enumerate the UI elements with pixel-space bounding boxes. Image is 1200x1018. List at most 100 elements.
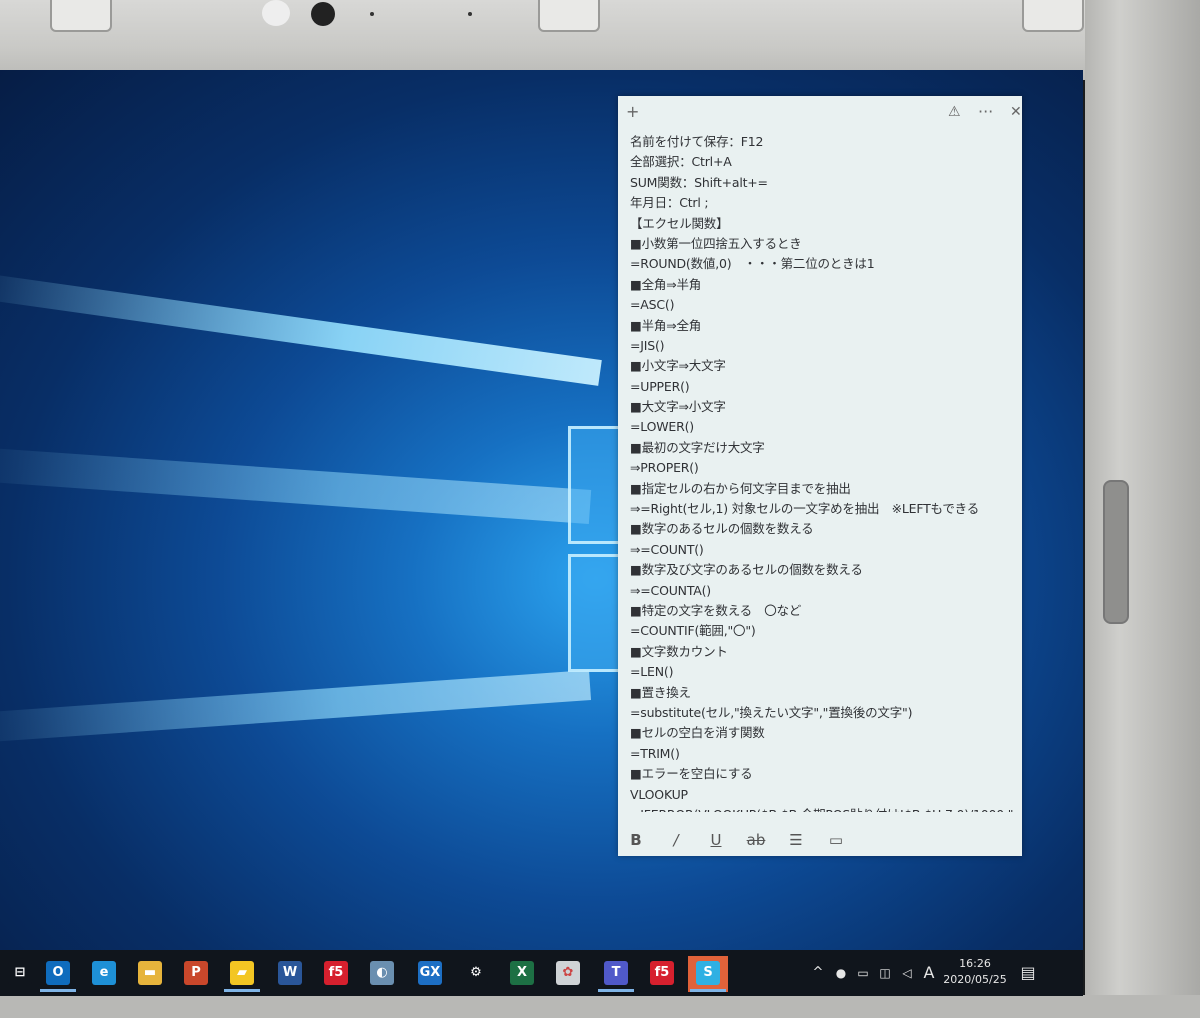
- italic-button[interactable]: /: [664, 828, 688, 852]
- note-line: ⇒=COUNTA(): [630, 582, 711, 598]
- outlook-icon: O: [46, 961, 70, 985]
- note-line: 名前を付けて保存：F12: [630, 134, 764, 149]
- note-line: ■大文字⇒小文字: [630, 399, 726, 415]
- wallpaper-light-beam: [0, 271, 602, 386]
- note-line: =JIS(): [630, 337, 665, 353]
- bezel-slot: [1103, 480, 1129, 624]
- word-icon: W: [278, 961, 302, 985]
- bezel-hinge-right: [1022, 0, 1084, 32]
- webcam-lens: [311, 2, 335, 26]
- taskbar-app-task-view[interactable]: ⊟: [0, 956, 40, 992]
- mic-dot: [468, 12, 472, 16]
- sticky-note-window[interactable]: + ⚠ ··· ✕ 名前を付けて保存：F12 全部選択：Ctrl+A SUM関数：S…: [618, 96, 1022, 856]
- taskbar-app-f5[interactable]: f5: [316, 956, 356, 992]
- note-line: ■数字のあるセルの個数を数える: [630, 521, 814, 537]
- note-line: =COUNTIF(範囲,"〇"): [630, 623, 756, 639]
- note-line: SUM関数：Shift+alt+=: [630, 174, 768, 190]
- notification-center-icon[interactable]: ▤: [1016, 956, 1040, 990]
- paint-app-icon: ✿: [556, 961, 580, 985]
- f5-alt-icon: f5: [650, 961, 674, 985]
- taskbar-app-outlook[interactable]: O: [38, 956, 78, 992]
- running-indicator: [690, 989, 726, 992]
- note-line: ■エラーを空白にする: [630, 766, 753, 782]
- mic-dot: [370, 12, 374, 16]
- taskbar-app-file-explorer[interactable]: ▬: [130, 956, 170, 992]
- volume-icon[interactable]: ◁: [898, 956, 916, 990]
- taskbar-app-browser-app[interactable]: ◐: [362, 956, 402, 992]
- taskbar-app-sticky-notes[interactable]: ▰: [222, 956, 262, 992]
- taskbar-app-teams[interactable]: T: [596, 956, 636, 992]
- sticky-note-text-area[interactable]: 名前を付けて保存：F12 全部選択：Ctrl+A SUM関数：Shift+alt+=…: [630, 132, 1015, 812]
- edge-icon: e: [92, 961, 116, 985]
- settings-icon: ⚙: [464, 961, 488, 985]
- strikethrough-button[interactable]: ab: [744, 828, 768, 852]
- close-icon[interactable]: ✕: [1010, 102, 1022, 122]
- running-indicator: [224, 989, 260, 992]
- add-note-icon[interactable]: +: [626, 102, 639, 122]
- image-icon[interactable]: ▭: [824, 828, 848, 852]
- note-line: =LOWER(): [630, 419, 694, 435]
- note-line: ■小文字⇒大文字: [630, 358, 726, 374]
- note-line: ■置き換え: [630, 684, 691, 700]
- laptop-bezel-top: [0, 0, 1200, 80]
- taskbar-app-skype[interactable]: S: [688, 956, 728, 992]
- note-line: =UPPER(): [630, 378, 690, 394]
- bezel-hinge-center: [538, 0, 600, 32]
- tray-app-icon[interactable]: ●: [832, 956, 850, 990]
- note-line: ■セルの空白を消す関数: [630, 725, 765, 741]
- taskbar-app-gx-app[interactable]: GX: [410, 956, 450, 992]
- alert-icon[interactable]: ⚠: [948, 102, 961, 122]
- teams-icon: T: [604, 961, 628, 985]
- taskbar-app-f5-alt[interactable]: f5: [642, 956, 682, 992]
- powerpoint-icon: P: [184, 961, 208, 985]
- wallpaper-light-beam: [0, 670, 592, 744]
- format-toolbar: B / U ab ☰ ▭: [618, 824, 1022, 856]
- note-line: ■指定セルの右から何文字目までを抽出: [630, 480, 851, 496]
- tray-chevron-icon[interactable]: ^: [808, 956, 828, 990]
- note-line: =ASC(): [630, 297, 675, 313]
- note-line: =IFERROR(VLOOKUP($B:$B,今期POS貼り付け!$B:$H,7…: [630, 805, 1015, 812]
- taskbar-app-settings[interactable]: ⚙: [456, 956, 496, 992]
- note-line: 全部選択：Ctrl+A: [630, 154, 732, 170]
- windows-logo-pane: [568, 426, 624, 544]
- note-line: ■特定の文字を数える 〇など: [630, 602, 802, 618]
- ime-indicator[interactable]: A: [920, 956, 938, 990]
- note-line: 【エクセル関数】: [630, 215, 729, 231]
- note-line: ■全角⇒半角: [630, 276, 702, 292]
- taskbar-app-excel[interactable]: X: [502, 956, 542, 992]
- note-line: ■半角⇒全角: [630, 317, 702, 333]
- sticky-note-titlebar[interactable]: + ⚠ ··· ✕: [618, 96, 1022, 130]
- running-indicator: [598, 989, 634, 992]
- note-line: =ROUND(数値,0) ・・・第二位のときは1: [630, 256, 875, 272]
- note-line: =TRIM(): [630, 745, 680, 761]
- taskbar-clock[interactable]: 16:26 2020/05/25: [940, 956, 1010, 990]
- sticky-notes-icon: ▰: [230, 961, 254, 985]
- browser-app-icon: ◐: [370, 961, 394, 985]
- note-line: ■小数第一位四捨五入するとき: [630, 235, 802, 251]
- running-indicator: [40, 989, 76, 992]
- taskbar-app-powerpoint[interactable]: P: [176, 956, 216, 992]
- note-line: ■数字及び文字のあるセルの個数を数える: [630, 562, 863, 578]
- sensor-dot: [262, 0, 290, 26]
- excel-icon: X: [510, 961, 534, 985]
- task-view-icon: ⊟: [8, 961, 32, 985]
- clock-time: 16:26: [959, 957, 991, 970]
- network-icon[interactable]: ◫: [876, 956, 894, 990]
- underline-button[interactable]: U: [704, 828, 728, 852]
- list-icon[interactable]: ☰: [784, 828, 808, 852]
- note-line: 年月日：Ctrl ;: [630, 195, 709, 211]
- clock-date: 2020/05/25: [943, 973, 1007, 986]
- wallpaper-light-beam: [0, 446, 592, 524]
- taskbar-app-paint-app[interactable]: ✿: [548, 956, 588, 992]
- battery-icon[interactable]: ▭: [854, 956, 872, 990]
- note-line: =substitute(セル,"換えたい文字","置換後の文字"): [630, 704, 913, 720]
- taskbar-app-word[interactable]: W: [270, 956, 310, 992]
- windows-logo-pane: [568, 554, 624, 672]
- note-line: ■最初の文字だけ大文字: [630, 439, 765, 455]
- taskbar-app-edge[interactable]: e: [84, 956, 124, 992]
- bezel-hinge-left: [50, 0, 112, 32]
- note-line: ■文字数カウント: [630, 643, 728, 659]
- more-options-icon[interactable]: ···: [978, 102, 993, 122]
- bold-button[interactable]: B: [624, 828, 648, 852]
- note-line: ⇒PROPER(): [630, 460, 699, 476]
